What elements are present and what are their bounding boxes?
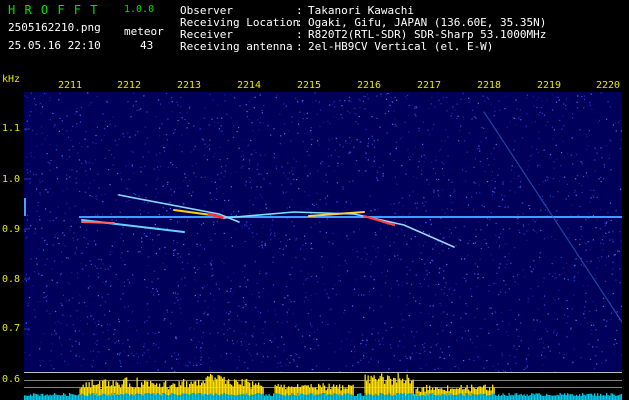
y-tick-label: 1.1 xyxy=(2,123,21,134)
x-tick-label: 2215 xyxy=(297,80,322,91)
x-tick-label: 2220 xyxy=(596,80,621,91)
signal-strength-strip xyxy=(24,372,622,400)
meteor-label: meteor xyxy=(124,25,164,38)
x-tick-label: 2211 xyxy=(58,80,83,91)
x-tick-label: 2216 xyxy=(357,80,382,91)
spectrogram-background xyxy=(24,92,622,372)
meteor-trace xyxy=(81,221,115,224)
field-label: Receiving antenna xyxy=(180,40,293,53)
filename: 2505162210.png xyxy=(8,21,101,34)
app-title: H R O F F T xyxy=(8,3,99,17)
edge-marker xyxy=(24,198,26,216)
field-value: 2el-HB9CV Vertical (el. E-W) xyxy=(308,40,494,53)
x-tick-label: 2217 xyxy=(417,80,442,91)
y-tick-label: 0.6 xyxy=(2,374,21,385)
meteor-count: 43 xyxy=(140,39,154,52)
y-tick-label: 1.0 xyxy=(2,174,21,185)
x-tick-label: 2212 xyxy=(117,80,142,91)
x-tick-label: 2218 xyxy=(477,80,502,91)
x-tick-label: 2213 xyxy=(177,80,202,91)
y-tick-label: 0.9 xyxy=(2,224,21,235)
x-tick-label: 2214 xyxy=(237,80,262,91)
hrofft-spectrogram-window: H R O F F T 1.0.0 2505162210.png 25.05.1… xyxy=(0,0,629,400)
spectrogram-plot xyxy=(24,92,622,372)
y-tick-label: 0.7 xyxy=(2,323,21,334)
app-version: 1.0.0 xyxy=(124,4,155,15)
y-tick-label: 0.8 xyxy=(2,274,21,285)
x-tick-label: 2219 xyxy=(537,80,562,91)
field-sep: : xyxy=(296,40,303,53)
y-axis-unit: kHz xyxy=(2,74,21,85)
datetime: 25.05.16 22:10 xyxy=(8,39,101,52)
